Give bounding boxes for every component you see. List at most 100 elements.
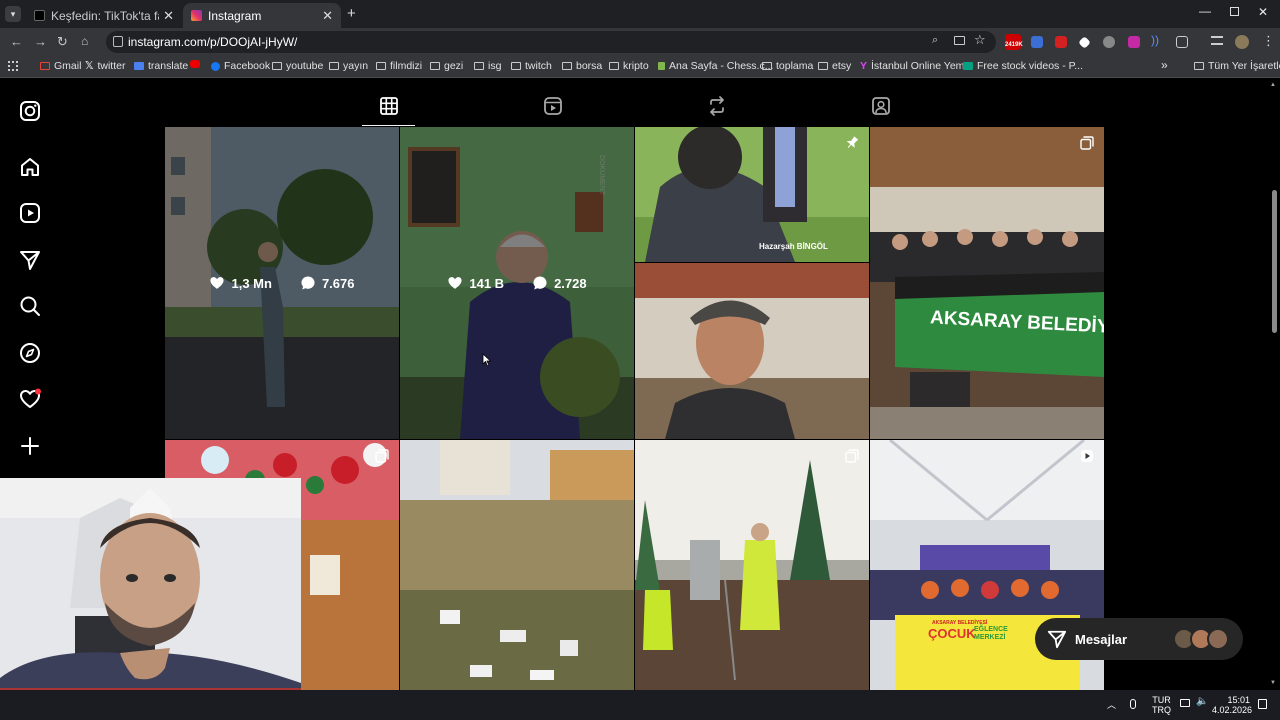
close-tab-icon[interactable]: ✕	[163, 8, 174, 24]
extensions-puzzle-icon[interactable]	[1176, 36, 1188, 48]
post-image-garbage-field	[400, 440, 634, 690]
volume-icon[interactable]: 🔈	[1196, 696, 1208, 707]
post-tile[interactable]	[635, 263, 869, 439]
tab-posts-grid[interactable]	[379, 96, 399, 116]
comment-bubble-icon	[301, 276, 315, 290]
bookmark-twitter[interactable]: 𝕏twitter	[85, 60, 125, 72]
restore-icon[interactable]	[1230, 7, 1239, 16]
scrollbar-track[interactable]	[1270, 90, 1276, 684]
notifications-heart-icon[interactable]	[19, 388, 41, 410]
pexels-icon	[963, 62, 973, 70]
zoom-icon[interactable]: ⌕	[932, 34, 938, 47]
input-language[interactable]: TUR TRQ	[1152, 695, 1171, 715]
notification-center-icon[interactable]	[1258, 699, 1267, 709]
cast-icon[interactable]	[954, 36, 965, 45]
new-tab-button[interactable]: +	[347, 5, 356, 22]
banner-sub-text: EĞLENCE MERKEZİ	[974, 626, 1008, 641]
media-control-icon[interactable]	[1211, 36, 1223, 45]
bookmark-folder-isg[interactable]: isg	[474, 60, 501, 72]
mouse-cursor-icon	[482, 353, 492, 367]
gmail-icon	[40, 62, 50, 70]
translate-extension-icon[interactable]	[1031, 36, 1043, 48]
browser-tab-instagram[interactable]: Instagram ✕	[183, 3, 341, 28]
bookmark-youtube-red[interactable]	[190, 60, 204, 68]
post-hover-overlay: 1,3 Mn 7.676	[165, 127, 399, 439]
post-tile[interactable]	[400, 440, 634, 690]
post-hover-overlay: 141 B 2.728	[400, 127, 634, 439]
active-tab-indicator	[362, 125, 415, 126]
bookmark-folder-yayin[interactable]: yayın	[329, 60, 368, 72]
address-bar[interactable]: instagram.com/p/DOOjAI-jHyW/ ⌕ ☆	[106, 31, 996, 53]
post-tile[interactable]: Hazarşah BİNGÖL	[635, 127, 869, 262]
create-plus-icon[interactable]	[19, 435, 41, 457]
bookmark-folder-gezi[interactable]: gezi	[430, 60, 463, 72]
bookmark-star-icon[interactable]: ☆	[974, 32, 986, 48]
post-tile[interactable]: 1,3 Mn 7.676	[165, 127, 399, 439]
extension-mask-icon[interactable]	[1103, 36, 1115, 48]
instagram-logo-icon[interactable]	[19, 100, 41, 122]
bookmark-chess[interactable]: Ana Sayfa - Chess.c...	[658, 60, 773, 72]
bookmark-folder-toplama[interactable]: toplama	[762, 60, 813, 72]
messages-icon[interactable]	[19, 249, 41, 271]
extension-badge-icon[interactable]: 2419K	[1005, 34, 1023, 50]
bookmark-folder-borsa[interactable]: borsa	[562, 60, 602, 72]
bookmark-istanbul[interactable]: Y İstanbul Online Yem...	[860, 60, 973, 72]
tab-reposts[interactable]	[707, 96, 727, 116]
bookmark-translate[interactable]: translate	[134, 60, 188, 72]
extension-diamond-icon[interactable]	[1078, 36, 1091, 49]
back-icon[interactable]: ←	[10, 34, 23, 49]
bookmark-folder-twitch[interactable]: twitch	[511, 60, 552, 72]
site-info-icon[interactable]	[113, 36, 123, 47]
close-window-icon[interactable]: ✕	[1258, 5, 1268, 19]
network-icon[interactable]	[1180, 699, 1190, 707]
explore-icon[interactable]	[19, 342, 41, 364]
tab-search-button[interactable]: ▾	[5, 6, 21, 22]
show-hidden-icons[interactable]: ︿	[1107, 698, 1116, 711]
bookmark-stock-videos[interactable]: Free stock videos - P...	[963, 60, 1083, 72]
bookmark-folder-youtube[interactable]: youtube	[272, 60, 323, 72]
post-tile[interactable]: AKSARAY BELEDİY	[870, 127, 1104, 439]
apps-grid-icon[interactable]	[8, 61, 18, 71]
post-tile[interactable]: DOKUMENT 141 B 2.728	[400, 127, 634, 439]
x-icon: 𝕏	[85, 60, 94, 72]
microphone-icon[interactable]	[1130, 699, 1136, 709]
adblock-icon[interactable]	[1055, 36, 1067, 48]
messages-button[interactable]: Mesajlar	[1035, 618, 1243, 660]
close-tab-icon[interactable]: ✕	[322, 8, 333, 24]
address-toolbar: ← → ↻ ⌂ instagram.com/p/DOOjAI-jHyW/ ⌕ ☆…	[0, 28, 1280, 56]
bookmarks-overflow-button[interactable]: »	[1161, 58, 1168, 72]
post-image-old-man-cap	[635, 263, 869, 439]
bookmark-folder-filmdizi[interactable]: filmdizi	[376, 60, 422, 72]
chess-icon	[658, 62, 665, 70]
reels-icon[interactable]	[19, 202, 41, 224]
bookmark-folder-kripto[interactable]: kripto	[609, 60, 649, 72]
browser-menu-icon[interactable]: ⋮	[1262, 33, 1275, 49]
search-icon[interactable]	[19, 295, 41, 317]
scroll-down-icon[interactable]: ▼	[1270, 680, 1276, 686]
forward-icon[interactable]: →	[34, 34, 47, 49]
tab-reels[interactable]	[543, 96, 563, 116]
post-tile[interactable]	[635, 440, 869, 690]
folder-icon	[562, 62, 572, 70]
extension-wave-icon[interactable]: ))	[1151, 33, 1163, 47]
bookmark-folder-etsy[interactable]: etsy	[818, 60, 851, 72]
clock[interactable]: 15:01 4.02.2026	[1212, 695, 1252, 715]
browser-tab-tiktok[interactable]: Keşfedin: TikTok'ta favori videolarını b…	[26, 3, 182, 28]
all-bookmarks-button[interactable]: Tüm Yer İşaretleri	[1194, 60, 1280, 72]
bookmark-gmail[interactable]: Gmail	[40, 60, 81, 72]
scroll-up-icon[interactable]: ▲	[1270, 82, 1276, 88]
extension-badge-count: 2419K	[1005, 42, 1023, 48]
facebook-icon	[211, 61, 220, 71]
comment-count: 7.676	[321, 275, 355, 291]
like-heart-icon	[448, 277, 462, 289]
home-icon[interactable]	[19, 156, 41, 178]
reload-icon[interactable]: ↻	[57, 34, 68, 50]
profile-avatar-icon[interactable]	[1235, 35, 1249, 49]
bookmark-facebook[interactable]: Facebook	[211, 60, 270, 72]
minimize-icon[interactable]: —	[1199, 4, 1211, 18]
home-icon[interactable]: ⌂	[81, 34, 88, 48]
tab-tagged[interactable]	[871, 96, 891, 116]
like-heart-icon	[210, 277, 225, 289]
scrollbar-thumb[interactable]	[1272, 190, 1277, 333]
extension-purple-icon[interactable]	[1128, 36, 1140, 48]
